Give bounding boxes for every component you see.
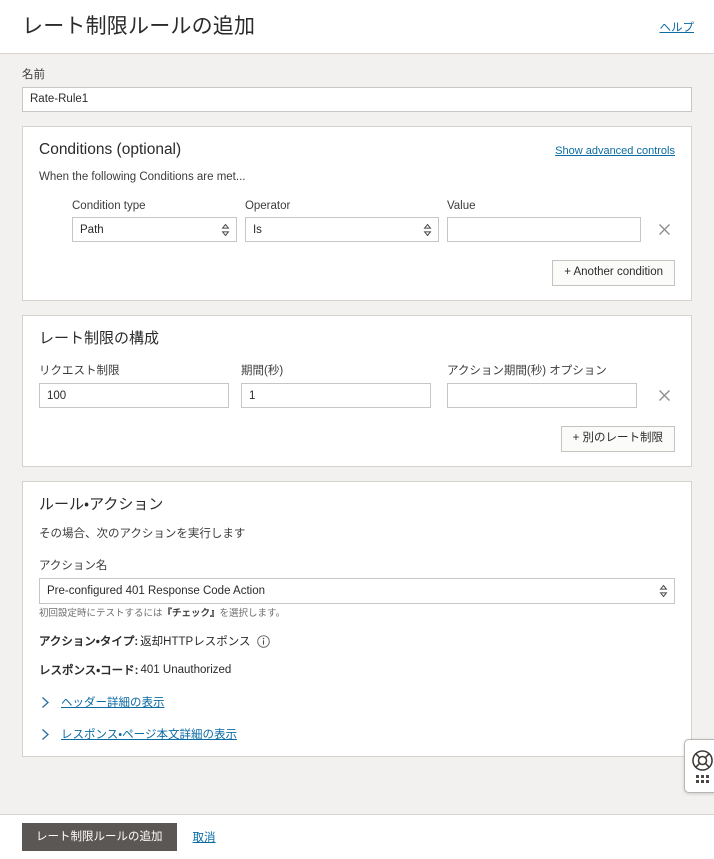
- name-field-group: 名前: [0, 54, 714, 112]
- rate-limit-card: レート制限の構成 リクエスト制限 期間(秒) アクション期間(秒) オプション: [22, 315, 692, 467]
- remove-rate-limit-button[interactable]: [653, 383, 675, 408]
- action-period-group: アクション期間(秒) オプション: [447, 364, 637, 408]
- close-icon: [658, 223, 671, 236]
- rate-limit-rule-page: レート制限ルールの追加 ヘルプ 名前 Conditions (optional)…: [0, 0, 714, 859]
- show-response-body-details-toggle[interactable]: レスポンス・ページ本文詳細の表示: [39, 726, 675, 742]
- response-code-value: 401 Unauthorized: [141, 664, 232, 676]
- operator-label: Operator: [245, 199, 439, 214]
- conditions-card: Conditions (optional) Show advanced cont…: [22, 126, 692, 301]
- show-response-body-details-label: レスポンス・ページ本文詳細の表示: [61, 726, 237, 742]
- response-code-row: レスポンス・コード: 401 Unauthorized: [39, 662, 675, 678]
- helper-prefix: 初回設定時にテストするには: [39, 608, 163, 619]
- period-input[interactable]: [241, 383, 431, 408]
- action-name-label: アクション名: [39, 559, 675, 574]
- operator-select-wrap: Is: [245, 217, 439, 242]
- page-body: 名前 Conditions (optional) Show advanced c…: [0, 54, 714, 814]
- chevron-right-icon: [39, 728, 52, 741]
- rule-action-card: ルール・アクション その場合、次のアクションを実行します アクション名 Pre-…: [22, 481, 692, 757]
- helper-bold: 『チェック』: [163, 608, 220, 619]
- conditions-actions: + Another condition: [39, 260, 675, 286]
- response-code-key: レスポンス・コード:: [39, 662, 139, 678]
- action-type-value: 返却HTTPレスポンス: [140, 633, 250, 649]
- value-label: Value: [447, 199, 641, 214]
- condition-type-select[interactable]: Path: [72, 217, 237, 242]
- add-another-condition-button[interactable]: + Another condition: [552, 260, 675, 286]
- rate-limit-card-header: レート制限の構成: [39, 330, 675, 348]
- chevron-right-icon: [39, 696, 52, 709]
- helper-suffix: を選択します。: [220, 608, 286, 619]
- request-limit-label: リクエスト制限: [39, 364, 229, 379]
- rule-action-subtitle: その場合、次のアクションを実行します: [39, 525, 675, 541]
- drag-grip-icon: [696, 775, 709, 783]
- rule-action-card-header: ルール・アクション: [39, 496, 675, 514]
- action-period-label: アクション期間(秒) オプション: [447, 364, 637, 379]
- rate-limit-row: リクエスト制限 期間(秒) アクション期間(秒) オプション: [39, 364, 675, 408]
- value-group: Value: [447, 199, 641, 243]
- action-type-key: アクション・タイプ:: [39, 633, 138, 649]
- condition-type-label: Condition type: [72, 199, 237, 214]
- rate-limit-title: レート制限の構成: [39, 330, 159, 348]
- condition-type-group: Condition type Path: [72, 199, 237, 243]
- operator-group: Operator Is: [245, 199, 439, 243]
- remove-condition-button[interactable]: [653, 217, 675, 242]
- lifebuoy-icon: [692, 750, 713, 771]
- help-widget[interactable]: [684, 739, 714, 793]
- request-limit-input[interactable]: [39, 383, 229, 408]
- show-header-details-label: ヘッダー詳細の表示: [61, 694, 165, 710]
- operator-select[interactable]: Is: [245, 217, 439, 242]
- show-advanced-controls-link[interactable]: Show advanced controls: [555, 141, 675, 157]
- conditions-card-header: Conditions (optional) Show advanced cont…: [39, 141, 675, 160]
- period-group: 期間(秒): [241, 364, 431, 408]
- action-name-select-wrap: Pre-configured 401 Response Code Action: [39, 578, 675, 604]
- action-name-select[interactable]: Pre-configured 401 Response Code Action: [39, 578, 675, 604]
- cancel-link[interactable]: 取消: [193, 829, 216, 845]
- condition-value-input[interactable]: [447, 217, 641, 242]
- info-icon[interactable]: [257, 635, 270, 648]
- condition-type-select-wrap: Path: [72, 217, 237, 242]
- page-title: レート制限ルールの追加: [22, 16, 255, 37]
- conditions-subtitle: When the following Conditions are met...: [39, 171, 675, 183]
- request-limit-group: リクエスト制限: [39, 364, 229, 408]
- help-link[interactable]: ヘルプ: [660, 19, 695, 35]
- rate-limit-actions: + 別のレート制限: [39, 426, 675, 452]
- name-label: 名前: [22, 68, 692, 83]
- show-header-details-toggle[interactable]: ヘッダー詳細の表示: [39, 694, 675, 710]
- rule-action-title: ルール・アクション: [39, 496, 163, 514]
- submit-add-rate-limit-rule-button[interactable]: レート制限ルールの追加: [22, 823, 177, 852]
- condition-row: Condition type Path Operator Is: [39, 199, 675, 243]
- name-input[interactable]: [22, 87, 692, 112]
- add-another-rate-limit-button[interactable]: + 別のレート制限: [561, 426, 675, 452]
- close-icon: [658, 389, 671, 402]
- page-footer: レート制限ルールの追加 取消: [0, 814, 714, 859]
- action-type-row: アクション・タイプ: 返却HTTPレスポンス: [39, 633, 675, 649]
- action-period-input[interactable]: [447, 383, 637, 408]
- period-label: 期間(秒): [241, 364, 431, 379]
- conditions-title: Conditions (optional): [39, 141, 181, 160]
- page-header: レート制限ルールの追加 ヘルプ: [0, 0, 714, 54]
- action-name-helper-text: 初回設定時にテストするには『チェック』を選択します。: [39, 607, 675, 620]
